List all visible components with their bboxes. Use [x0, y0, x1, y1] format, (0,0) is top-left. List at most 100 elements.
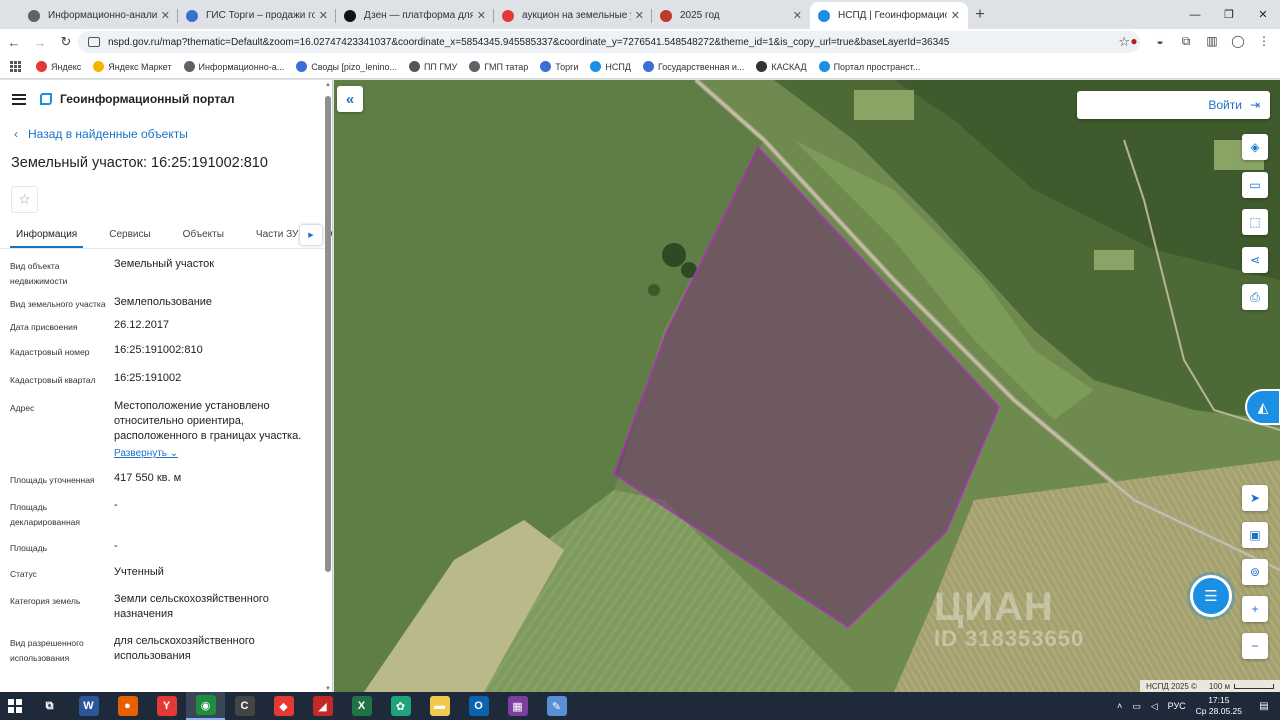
- close-tab-icon[interactable]: ✕: [319, 9, 328, 22]
- login-button[interactable]: Войти ⇥: [1077, 91, 1270, 119]
- bookmark-item[interactable]: Портал пространст...: [818, 61, 920, 72]
- select-area-button[interactable]: ⬚: [1242, 209, 1268, 235]
- bookmark-item[interactable]: Торги: [540, 61, 578, 72]
- close-tab-icon[interactable]: ✕: [161, 9, 170, 22]
- bookmark-favicon-icon: [756, 61, 768, 72]
- tabs-scroll-right-icon[interactable]: ▶: [300, 225, 322, 245]
- minimap-button[interactable]: ▣: [1242, 522, 1268, 548]
- tab-favicon-icon: [660, 9, 672, 22]
- windows-taskbar: ⧉ W ● Y ◉ C ◆ ◢ X ✿ ▬ O ▦ ✎ ˄ ▭ ◁ РУС 17:15 Ср 28.05.…: [0, 692, 1280, 720]
- address-bar-row: ← → ↻ nspd.gov.ru/map?thematic=Default&z…: [0, 29, 1280, 55]
- taskbar-app-yandex-browser[interactable]: Y: [147, 692, 186, 720]
- puzzle-icon[interactable]: ⧉: [1178, 33, 1194, 49]
- firefox-icon: ●: [117, 696, 138, 716]
- close-window-icon[interactable]: ✕: [1246, 0, 1280, 29]
- reload-icon[interactable]: ↻: [54, 30, 78, 54]
- browser-tab-active[interactable]: НСПД | Геоинформационный ✕: [810, 2, 968, 29]
- taskbar-app-notes[interactable]: ✎: [537, 692, 576, 720]
- scroll-up-icon[interactable]: ▲: [325, 82, 331, 88]
- bookmark-item[interactable]: Государственная и...: [642, 61, 744, 72]
- close-tab-icon[interactable]: ✕: [477, 9, 486, 22]
- zoom-in-button[interactable]: +: [1242, 596, 1268, 622]
- locate-button[interactable]: ➤: [1242, 485, 1268, 511]
- menu-kebab-icon[interactable]: ⋮: [1256, 33, 1272, 49]
- zoom-out-button[interactable]: −: [1242, 633, 1268, 659]
- tray-chevron-icon[interactable]: ˄: [1117, 701, 1122, 711]
- bookmark-item[interactable]: КАСКАД: [756, 61, 807, 72]
- close-tab-icon[interactable]: ✕: [635, 9, 644, 22]
- apps-grid-icon[interactable]: [10, 60, 22, 73]
- minimize-icon[interactable]: —: [1178, 0, 1212, 29]
- tab-label: ГИС Торги – продажи государ: [206, 10, 315, 21]
- menu-hamburger-icon[interactable]: [12, 93, 26, 105]
- back-to-results-link[interactable]: ‹ Назад в найденные объекты: [0, 127, 332, 141]
- chat-icon: ☰: [1204, 588, 1218, 605]
- back-arrow-icon[interactable]: ←: [2, 30, 26, 54]
- taskbar-app-anydesk[interactable]: ◆: [264, 692, 303, 720]
- site-info-icon[interactable]: [88, 37, 100, 47]
- taskbar-app-task-view[interactable]: ⧉: [30, 692, 69, 720]
- taskbar-app-excel[interactable]: X: [342, 692, 381, 720]
- scrollbar-thumb[interactable]: [325, 96, 331, 572]
- tab-services[interactable]: Сервисы: [103, 223, 156, 248]
- measure-button[interactable]: ▭: [1242, 172, 1268, 198]
- start-button[interactable]: [0, 692, 30, 720]
- taskbar-app-app-green[interactable]: ✿: [381, 692, 420, 720]
- extension-icon[interactable]: ●: [1126, 33, 1142, 49]
- bookmark-item[interactable]: Своды [pizo_lenino...: [296, 61, 397, 72]
- bookmark-item[interactable]: Информационно-а...: [183, 61, 284, 72]
- bookmark-item[interactable]: НСПД: [590, 61, 631, 72]
- browser-tab[interactable]: Дзен — платформа для прос ✕: [336, 2, 494, 29]
- language-indicator[interactable]: РУС: [1168, 701, 1186, 711]
- taskbar-app-word[interactable]: W: [69, 692, 108, 720]
- geo-search-button[interactable]: ⊚: [1242, 559, 1268, 585]
- taskbar-app-outlook[interactable]: O: [459, 692, 498, 720]
- collapse-panel-button[interactable]: «: [337, 86, 363, 112]
- watermark-brand: ЦИАН: [934, 585, 1054, 629]
- close-tab-icon[interactable]: ✕: [951, 9, 960, 22]
- taskbar-app-chrome[interactable]: ◉: [186, 692, 225, 720]
- yandex-browser-icon: Y: [156, 696, 177, 716]
- network-icon[interactable]: ▭: [1132, 701, 1141, 712]
- portal-logo-icon: [40, 93, 52, 105]
- browser-tab[interactable]: аукцион на земельные участ ✕: [494, 2, 652, 29]
- url-field[interactable]: nspd.gov.ru/map?thematic=Default&zoom=16…: [78, 31, 1140, 53]
- share-button[interactable]: ⋖: [1242, 247, 1268, 273]
- taskbar-app-app-c[interactable]: C: [225, 692, 264, 720]
- bookmark-item[interactable]: Яндекс: [36, 61, 81, 72]
- profile-icon[interactable]: ◯: [1230, 33, 1246, 49]
- new-tab-button[interactable]: +: [968, 3, 992, 27]
- browser-tab[interactable]: ГИС Торги – продажи государ ✕: [178, 2, 336, 29]
- favorite-button[interactable]: ☆: [11, 186, 38, 213]
- tab-parts[interactable]: Части ЗУ: [250, 223, 304, 248]
- nspd-widget-button[interactable]: ◭: [1245, 389, 1280, 425]
- chat-button[interactable]: ☰: [1190, 575, 1232, 617]
- maximize-icon[interactable]: ❐: [1212, 0, 1246, 29]
- close-tab-icon[interactable]: ✕: [793, 9, 802, 22]
- tab-objects[interactable]: Объекты: [177, 223, 230, 248]
- bookmark-item[interactable]: ГМП татар: [469, 61, 528, 72]
- taskbar-app-explorer[interactable]: ▬: [420, 692, 459, 720]
- taskbar-app-winrar[interactable]: ▦: [498, 692, 537, 720]
- browser-tab[interactable]: Информационно-аналитичес ✕: [20, 2, 178, 29]
- taskbar-app-firefox[interactable]: ●: [108, 692, 147, 720]
- sidebar-icon[interactable]: ▥: [1204, 33, 1220, 49]
- taskbar-app-app-red[interactable]: ◢: [303, 692, 342, 720]
- bookmark-item[interactable]: Яндекс Маркет: [93, 61, 172, 72]
- map-view[interactable]: « Войти ⇥ ◈ ▭ ⬚ ⋖ ⎙ ◭ ➤ ▣ ⊚ + − ☰ ЦИАН I…: [334, 80, 1280, 692]
- map-attribution: НСПД 2025 © 100 м: [1140, 680, 1280, 692]
- bookmark-item[interactable]: ПП ГМУ: [408, 61, 457, 72]
- panel-scrollbar[interactable]: ▲ ▼: [325, 80, 331, 692]
- volume-icon[interactable]: ◁: [1151, 701, 1158, 712]
- browser-tab[interactable]: 2025 год ✕: [652, 2, 810, 29]
- extension-icon[interactable]: ◒: [1152, 33, 1168, 49]
- notifications-icon[interactable]: ▤: [1254, 696, 1274, 716]
- forward-arrow-icon[interactable]: →: [28, 30, 52, 54]
- tab-information[interactable]: Информация: [10, 223, 84, 248]
- expand-address-link[interactable]: Развернуть ⌄: [114, 446, 178, 461]
- object-info-panel: Геоинформационный портал ‹ Назад в найде…: [0, 80, 333, 692]
- notes-icon: ✎: [546, 696, 567, 716]
- layers-button[interactable]: ◈: [1242, 134, 1268, 160]
- clock[interactable]: 17:15 Ср 28.05.25: [1196, 695, 1242, 717]
- print-button[interactable]: ⎙: [1242, 284, 1268, 310]
